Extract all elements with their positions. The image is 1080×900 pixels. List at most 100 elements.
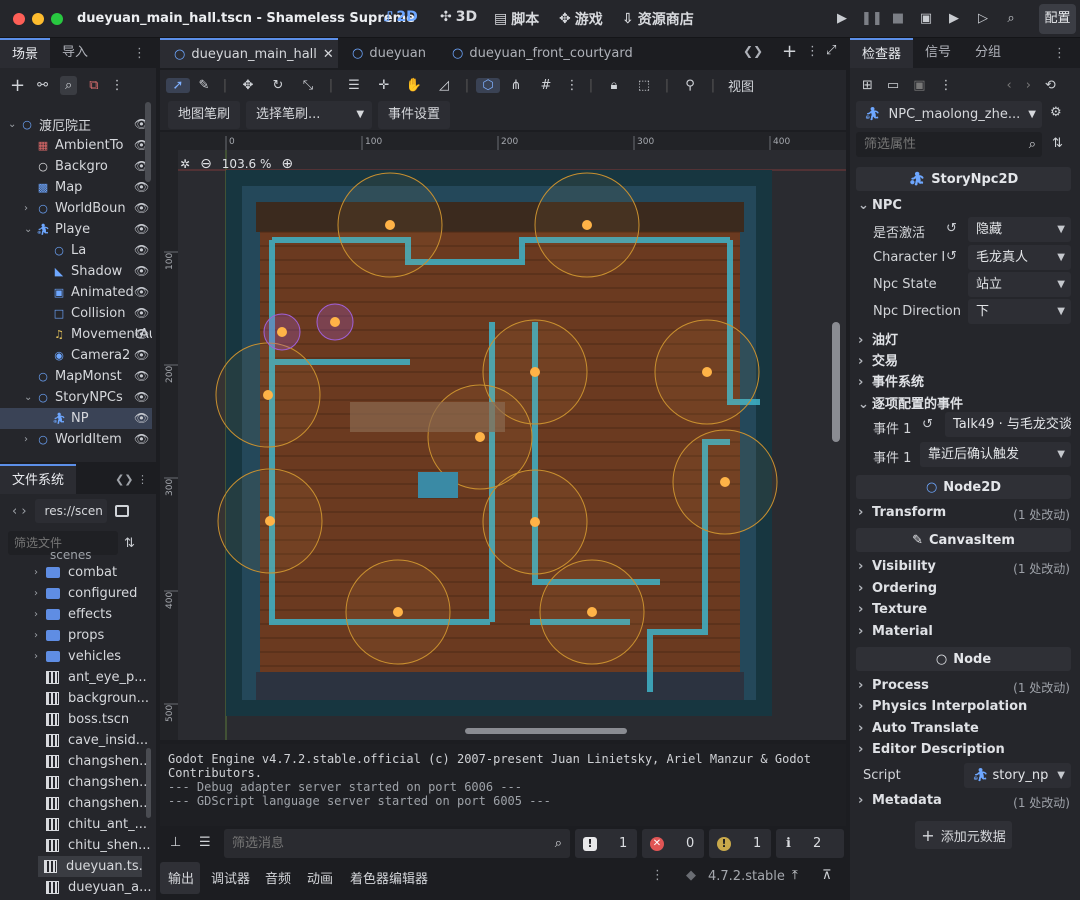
local-space-icon[interactable]: ⬡ bbox=[476, 77, 500, 93]
scene-tree-item[interactable]: ○ MapMonst 👁︎ bbox=[0, 366, 152, 387]
tab-filesystem[interactable]: 文件系统 bbox=[0, 464, 77, 494]
file-item[interactable]: boss.tscn bbox=[34, 709, 154, 730]
file-item[interactable]: dueyuan_a... bbox=[34, 877, 154, 898]
viewport-hscroll[interactable] bbox=[465, 728, 627, 734]
file-item[interactable]: ant_eye_p... bbox=[34, 667, 154, 688]
viewport-canvas[interactable]: 0100200300400500 100200300400500600 ✲ ⊖ … bbox=[160, 132, 846, 740]
config-button[interactable]: 配置 bbox=[1039, 4, 1076, 34]
group-ordering[interactable]: › Ordering bbox=[858, 581, 937, 596]
reset-icon[interactable]: ↺ bbox=[922, 417, 933, 432]
history-forward-icon[interactable]: › bbox=[1026, 78, 1031, 93]
inspector-menu-icon[interactable]: ⋮ bbox=[1053, 46, 1066, 61]
chevron-right-icon[interactable]: › bbox=[34, 651, 46, 662]
scene-tree-item[interactable]: ▩ Map 👁︎ bbox=[0, 177, 152, 198]
zoom-in-icon[interactable]: ⊕ bbox=[281, 156, 293, 172]
group-editor-description[interactable]: › Editor Description bbox=[858, 742, 1005, 757]
group-physics-interpolation[interactable]: › Physics Interpolation bbox=[858, 699, 1027, 714]
tab-import[interactable]: 导入 bbox=[50, 38, 100, 68]
scene-tree-item[interactable]: ⛹︎ NP 👁︎ bbox=[0, 408, 152, 429]
tab-signals[interactable]: 信号 bbox=[913, 38, 963, 68]
save-resource-icon[interactable]: ▣ bbox=[913, 78, 925, 93]
stop-icon[interactable]: ■ bbox=[889, 10, 907, 28]
history-icon[interactable]: ⟲ bbox=[1045, 78, 1056, 93]
message-filter-input[interactable] bbox=[232, 836, 555, 851]
visibility-eye-icon[interactable]: 👁︎ bbox=[134, 201, 149, 215]
class-header-node[interactable]: ○ Node bbox=[856, 647, 1071, 671]
visibility-eye-icon[interactable]: 👁︎ bbox=[134, 327, 149, 341]
chevron-right-icon[interactable]: › bbox=[34, 609, 46, 620]
group-material[interactable]: › Material bbox=[858, 624, 933, 639]
file-item[interactable]: chitu_ant_... bbox=[34, 814, 154, 835]
reset-icon[interactable]: ↺ bbox=[946, 249, 957, 264]
scene-tree-item[interactable]: ⌄ ○ StoryNPCs 👁︎ bbox=[0, 387, 152, 408]
split-view-icon[interactable] bbox=[114, 505, 129, 517]
reset-icon[interactable]: ↺ bbox=[946, 221, 957, 236]
visibility-eye-icon[interactable]: 👁︎ bbox=[134, 222, 149, 236]
search-icon[interactable]: ⌕ bbox=[60, 75, 78, 95]
zoom-level[interactable]: 103.6 % bbox=[222, 157, 272, 171]
tab-scene[interactable]: 场景 bbox=[0, 38, 51, 68]
path-field[interactable]: res://scen bbox=[34, 499, 107, 523]
nav-3d[interactable]: ✣ 3D bbox=[440, 9, 477, 25]
scene-tree-item[interactable]: ○ La 👁︎ bbox=[0, 240, 152, 261]
event-settings-button[interactable]: 事件设置 bbox=[378, 101, 451, 129]
red-warning-count-button[interactable]: ✕ 0 bbox=[642, 829, 704, 858]
link-icon[interactable]: ⚯ bbox=[37, 78, 48, 93]
tab-scroll-icon[interactable]: ❮❯ bbox=[743, 44, 763, 58]
group-metadata[interactable]: › Metadata bbox=[858, 793, 942, 808]
class-header-canvasitem[interactable]: ✎ CanvasItem bbox=[856, 528, 1071, 552]
folder-item[interactable]: › vehicles bbox=[34, 646, 154, 667]
dock-menu-icon[interactable]: ⋮ bbox=[133, 46, 146, 61]
visibility-eye-icon[interactable]: 👁︎ bbox=[134, 390, 149, 404]
chevron-right-icon[interactable]: › bbox=[34, 588, 46, 599]
center-view-icon[interactable]: ✲ bbox=[180, 157, 190, 171]
visibility-eye-icon[interactable]: 👁︎ bbox=[134, 411, 149, 425]
object-properties-icon[interactable]: ⚙ bbox=[1050, 105, 1062, 120]
class-header-node2d[interactable]: ○ Node2D bbox=[856, 475, 1071, 499]
brush-select[interactable]: 选择笔刷... ▼ bbox=[246, 101, 373, 129]
scene-menu-icon[interactable]: ⋮ bbox=[111, 78, 124, 93]
lock-icon[interactable]: 🔒︎ bbox=[600, 78, 628, 93]
tab-inspector[interactable]: 检查器 bbox=[850, 38, 914, 68]
scene-tree-item[interactable]: ⌄ ○ 渡厄院正 👁︎ bbox=[0, 114, 152, 135]
add-node-icon[interactable]: + bbox=[10, 75, 25, 96]
folder-item[interactable]: › effects bbox=[34, 604, 154, 625]
scene-tree-item[interactable]: ○ Backgro 👁︎ bbox=[0, 156, 152, 177]
minimize-window-button[interactable] bbox=[32, 13, 44, 25]
tab-groups[interactable]: 分组 bbox=[963, 38, 1013, 68]
visibility-eye-icon[interactable]: 👁︎ bbox=[134, 348, 149, 362]
distraction-free-icon[interactable]: ⤢ bbox=[826, 43, 836, 58]
add-metadata-button[interactable]: + 添加元数据 bbox=[915, 821, 1012, 849]
rotate-tool-icon[interactable]: ↻ bbox=[264, 78, 292, 93]
tabs-menu-icon[interactable]: ⋮ bbox=[806, 44, 819, 59]
visibility-eye-icon[interactable]: 👁︎ bbox=[134, 264, 149, 278]
group-icon[interactable]: ⬚ bbox=[630, 78, 658, 93]
scene-tree-item[interactable]: □ Collision 👁︎ bbox=[0, 303, 152, 324]
pause-icon[interactable]: ❚❚ bbox=[861, 10, 883, 28]
nav-assetlib[interactable]: ⇩ 资源商店 bbox=[622, 9, 694, 29]
file-item[interactable]: cave_insid... bbox=[34, 730, 154, 751]
folder-item[interactable]: › combat bbox=[34, 562, 154, 583]
select-tool-icon[interactable]: ➚ bbox=[166, 77, 190, 93]
scene-tree-item[interactable]: ◉ Camera2 👁︎ bbox=[0, 345, 152, 366]
open-resource-icon[interactable]: ▭ bbox=[887, 78, 899, 93]
scene-tree-item[interactable]: ▣ Animated 👁︎ bbox=[0, 282, 152, 303]
scene-scrollbar[interactable] bbox=[145, 102, 151, 182]
remote-debug-icon[interactable]: ▣ bbox=[917, 10, 935, 28]
scene-tab-main-hall[interactable]: ○ dueyuan_main_hall ✕ bbox=[160, 38, 338, 68]
brush-tool-icon[interactable]: ✎ bbox=[192, 78, 216, 93]
property-filter[interactable]: ⌕ bbox=[856, 132, 1042, 157]
group-texture[interactable]: › Texture bbox=[858, 602, 927, 617]
node-selector[interactable]: ⛹︎ NPC_maolong_zhe... ▼ bbox=[856, 101, 1042, 128]
group-event-system[interactable]: › 事件系统 bbox=[858, 371, 924, 390]
file-item[interactable]: dueyuan.ts... bbox=[38, 856, 142, 877]
play-scene-icon[interactable]: ▶ bbox=[945, 10, 963, 28]
event-1-trigger-select[interactable]: 靠近后确认触发 ▼ bbox=[920, 442, 1071, 467]
chevron-right-icon[interactable]: › bbox=[34, 630, 46, 641]
visibility-eye-icon[interactable]: 👁︎ bbox=[134, 180, 149, 194]
viewport-vscroll[interactable] bbox=[832, 322, 840, 442]
visibility-eye-icon[interactable]: 👁︎ bbox=[134, 369, 149, 383]
expand-arrow-icon[interactable]: › bbox=[24, 434, 36, 445]
tab-animation[interactable]: 动画 bbox=[307, 868, 333, 887]
new-resource-icon[interactable]: ⊞ bbox=[862, 78, 873, 93]
